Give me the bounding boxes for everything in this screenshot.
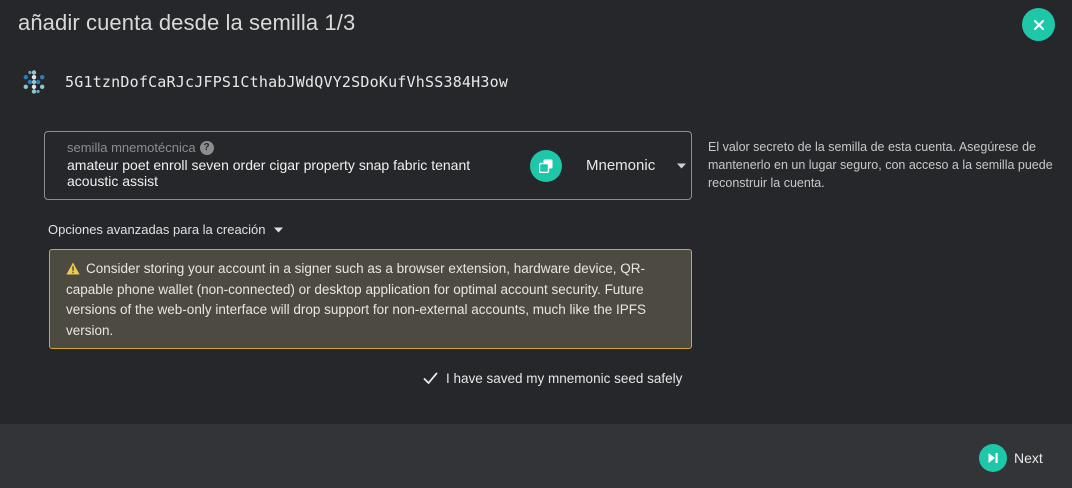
warning-box: Consider storing your account in a signe…	[49, 249, 692, 349]
advanced-options-label: Opciones avanzadas para la creación	[48, 222, 266, 237]
add-account-modal: añadir cuenta desde la semilla 1/3 5G1tz…	[0, 0, 1072, 488]
warning-text: Consider storing your account in a signe…	[66, 261, 647, 338]
seed-input[interactable]: amateur poet enroll seven order cigar pr…	[67, 157, 507, 189]
next-button-circle	[979, 444, 1007, 472]
checkbox[interactable]	[423, 371, 438, 386]
checkbox-label: I have saved my mnemonic seed safely	[446, 371, 683, 386]
close-icon	[1033, 19, 1044, 30]
warning-triangle-icon	[66, 262, 80, 275]
advanced-options-toggle[interactable]: Opciones avanzadas para la creación	[48, 222, 283, 237]
seed-type-selected: Mnemonic	[586, 157, 656, 174]
seed-help-text: El valor secreto de la semilla de esta c…	[708, 140, 1053, 190]
help-icon[interactable]: ?	[199, 140, 214, 155]
modal-footer: Next	[0, 424, 1072, 488]
seed-type-dropdown[interactable]: Mnemonic	[586, 157, 686, 174]
account-address: 5G1tznDofCaRJcJFPS1CthabJWdQVY2SDoKufVhS…	[65, 73, 509, 91]
caret-down-icon	[273, 227, 283, 232]
warning-message: Consider storing your account in a signe…	[66, 259, 677, 341]
step-forward-icon	[988, 453, 998, 463]
next-button-label: Next	[1014, 450, 1043, 466]
copy-icon	[539, 159, 553, 173]
seed-label-text: semilla mnemotécnica	[67, 140, 196, 155]
saved-seed-checkbox[interactable]: I have saved my mnemonic seed safely	[423, 371, 682, 386]
mnemonic-seed-field[interactable]: semilla mnemotécnica ? amateur poet enro…	[44, 131, 692, 200]
next-button[interactable]: Next	[979, 444, 1043, 472]
check-icon	[423, 372, 438, 384]
identicon[interactable]	[22, 70, 46, 94]
copy-button[interactable]	[530, 150, 562, 182]
close-button[interactable]	[1022, 8, 1055, 41]
account-row: 5G1tznDofCaRJcJFPS1CthabJWdQVY2SDoKufVhS…	[22, 70, 508, 94]
caret-down-icon	[677, 163, 686, 168]
seed-field-label: semilla mnemotécnica ?	[67, 140, 214, 155]
modal-title: añadir cuenta desde la semilla 1/3	[18, 10, 356, 35]
